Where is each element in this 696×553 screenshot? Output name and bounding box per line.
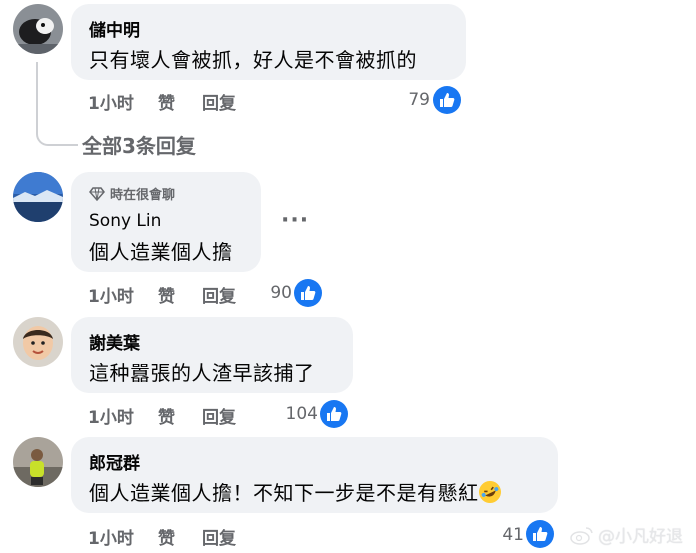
reply-button[interactable]: 回复 xyxy=(202,524,236,549)
commenter-name[interactable]: 謝美葉 xyxy=(89,329,140,354)
thumbs-up-icon[interactable] xyxy=(526,520,554,548)
thumbs-up-icon[interactable] xyxy=(320,400,348,428)
commenter-name[interactable]: Sony Lin xyxy=(89,211,161,231)
reply-button[interactable]: 回复 xyxy=(202,403,236,428)
reply-button[interactable]: 回复 xyxy=(202,282,236,307)
thumbs-up-icon[interactable] xyxy=(294,279,322,307)
comment-text-content: 個人造業個人擔！不知下一步是不是有懸紅 xyxy=(89,481,479,505)
like-button[interactable]: 赞 xyxy=(158,524,175,549)
diamond-icon xyxy=(89,186,105,201)
timestamp[interactable]: 1小时 xyxy=(88,403,134,428)
comment-text: 這种囂張的人渣早該捕了 xyxy=(89,361,315,385)
like-count[interactable]: 104 xyxy=(278,404,318,424)
like-button[interactable]: 赞 xyxy=(158,89,175,114)
like-count[interactable]: 41 xyxy=(492,525,524,545)
avatar[interactable] xyxy=(13,437,63,487)
timestamp[interactable]: 1小时 xyxy=(88,524,134,549)
more-options-button[interactable]: ··· xyxy=(281,208,309,233)
like-count[interactable]: 90 xyxy=(256,283,292,303)
watermark-text: @小凡好退 xyxy=(598,527,683,547)
like-button[interactable]: 赞 xyxy=(158,403,175,428)
reply-button[interactable]: 回复 xyxy=(202,89,236,114)
thumbs-up-icon[interactable] xyxy=(433,86,461,114)
like-button[interactable]: 赞 xyxy=(158,282,175,307)
timestamp[interactable]: 1小时 xyxy=(88,89,134,114)
comment-bubble: 郎冠群 個人造業個人擔！不知下一步是不是有懸紅 xyxy=(71,437,558,513)
top-fan-badge: 時在很會聊 xyxy=(89,184,175,203)
badge-label: 時在很會聊 xyxy=(110,188,176,203)
thread-line xyxy=(36,62,78,146)
weibo-logo-icon xyxy=(570,526,593,545)
avatar[interactable] xyxy=(13,172,63,222)
comment-bubble: 時在很會聊 Sony Lin 個人造業個人擔 xyxy=(71,172,261,272)
comment-text: 個人造業個人擔 xyxy=(89,240,233,264)
like-count[interactable]: 79 xyxy=(392,90,430,110)
comment-bubble: 謝美葉 這种囂張的人渣早該捕了 xyxy=(71,317,353,393)
avatar[interactable] xyxy=(13,317,63,367)
comment-text: 只有壞人會被抓，好人是不會被抓的 xyxy=(89,48,417,72)
comment-bubble: 儲中明 只有壞人會被抓，好人是不會被抓的 xyxy=(71,4,466,80)
rofl-emoji-icon xyxy=(474,477,505,507)
timestamp[interactable]: 1小时 xyxy=(88,282,134,307)
comment-text: 個人造業個人擔！不知下一步是不是有懸紅 xyxy=(89,477,505,507)
avatar[interactable] xyxy=(13,4,63,54)
commenter-name[interactable]: 郎冠群 xyxy=(89,449,140,474)
view-all-replies-link[interactable]: 全部3条回复 xyxy=(82,130,196,159)
watermark: @小凡好退 xyxy=(570,522,683,547)
commenter-name[interactable]: 儲中明 xyxy=(89,16,140,41)
